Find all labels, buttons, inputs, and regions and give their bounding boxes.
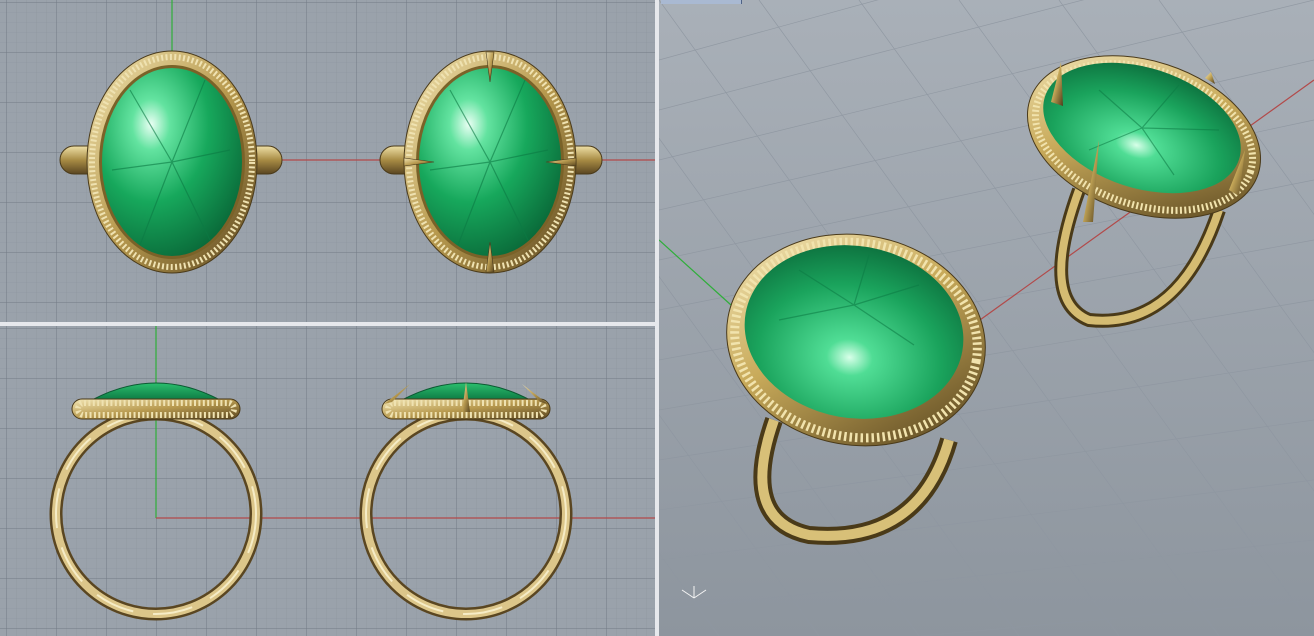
viewport-front-canvas[interactable] [0, 326, 655, 636]
rhino-workspace [0, 0, 1314, 636]
viewport-title-tab[interactable] [661, 0, 742, 4]
viewport-top[interactable] [0, 0, 655, 322]
viewport-perspective[interactable] [659, 0, 1314, 636]
viewport-perspective-canvas[interactable] [659, 0, 1314, 636]
viewport-top-canvas[interactable] [0, 0, 655, 322]
viewport-front[interactable] [0, 326, 655, 636]
